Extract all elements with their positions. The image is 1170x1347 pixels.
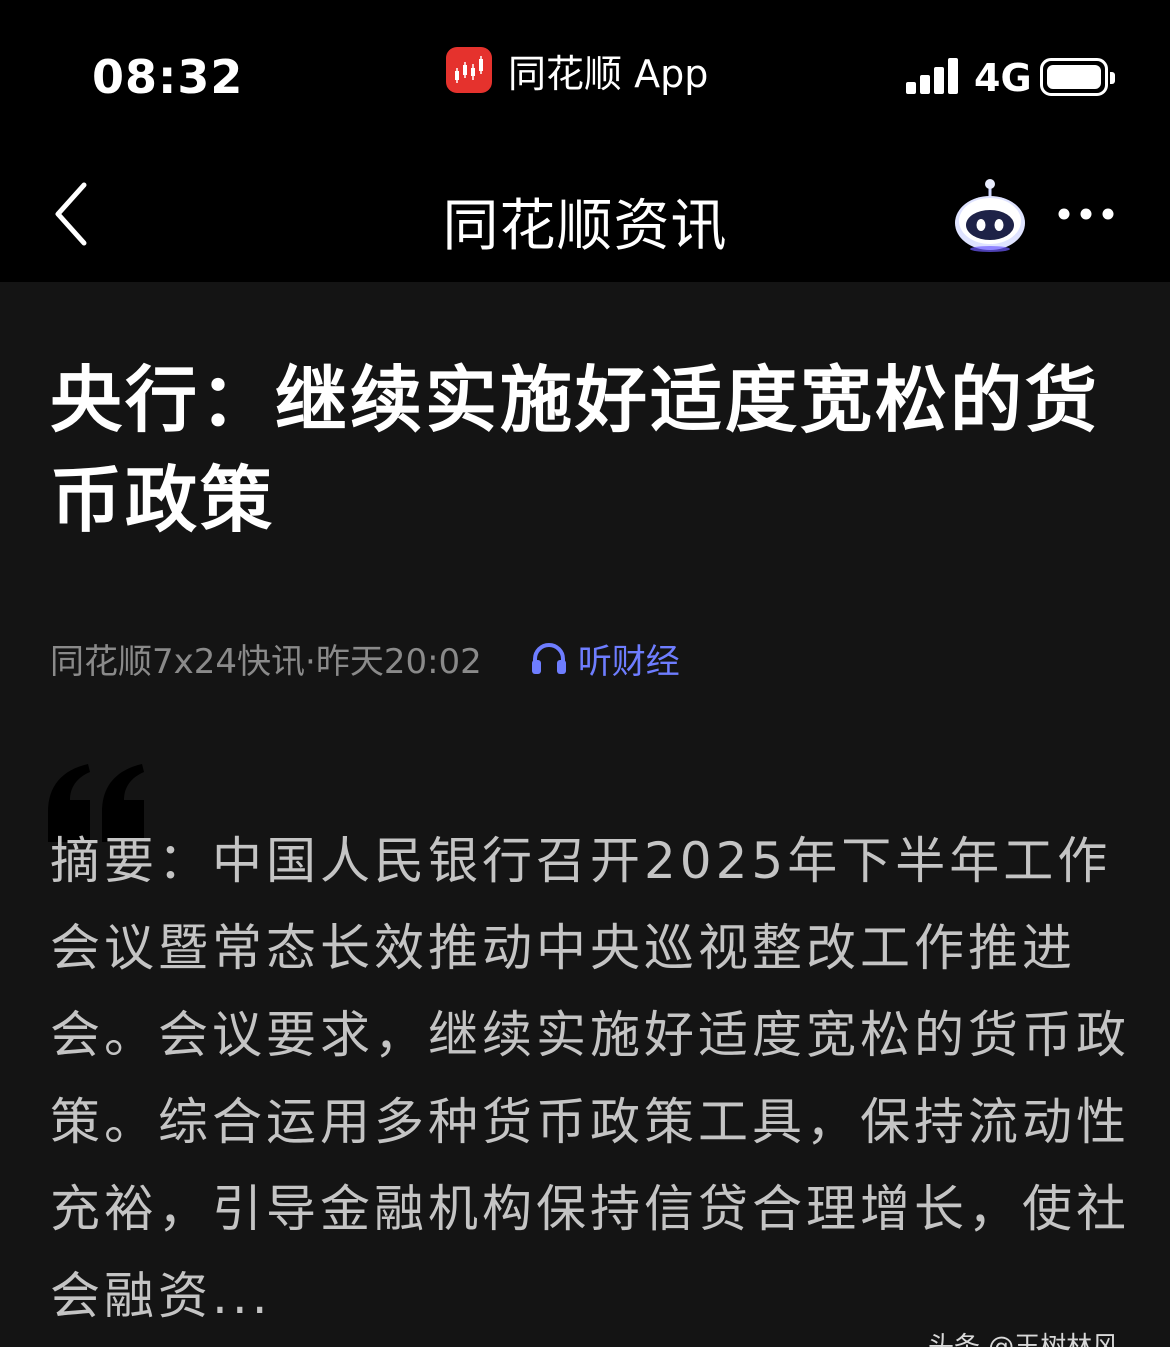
article-title: 央行：继续实施好适度宽松的货币政策	[50, 358, 1101, 542]
listen-label: 听财经	[577, 641, 680, 682]
more-button[interactable]	[1056, 197, 1116, 231]
headphones-icon	[531, 643, 566, 674]
status-time: 08:32	[92, 50, 244, 104]
article-meta: 同花顺7x24快讯·昨天20:02 听财经	[50, 634, 680, 683]
robot-assistant-icon	[955, 179, 1025, 252]
watermark: 头条 @王树林风	[928, 1332, 1119, 1347]
network-type: 4G	[974, 56, 1032, 100]
signal-icon	[906, 58, 960, 94]
status-app-indicator: 同花顺 App	[446, 46, 708, 96]
status-bar: 08:32 同花顺 App 4G	[0, 0, 1170, 145]
assistant-button[interactable]	[952, 175, 1028, 253]
listen-button[interactable]: 听财经	[530, 634, 680, 683]
status-app-name: 同花顺 App	[508, 51, 709, 96]
app-screen: 08:32 同花顺 App 4G 同花顺资讯 央行：继续实施好适度宽松的货币政策…	[0, 0, 1170, 1347]
article-source-time: 同花顺7x24快讯·昨天20:02	[50, 641, 482, 682]
nav-bar: 同花顺资讯	[0, 145, 1170, 282]
app-logo-icon	[446, 47, 492, 93]
more-icon	[1058, 208, 1114, 220]
article-summary: 摘要：中国人民银行召开2025年下半年工作会议暨常态长效推动中央巡视整改工作推进…	[50, 832, 1130, 1325]
battery-icon	[1040, 58, 1115, 96]
